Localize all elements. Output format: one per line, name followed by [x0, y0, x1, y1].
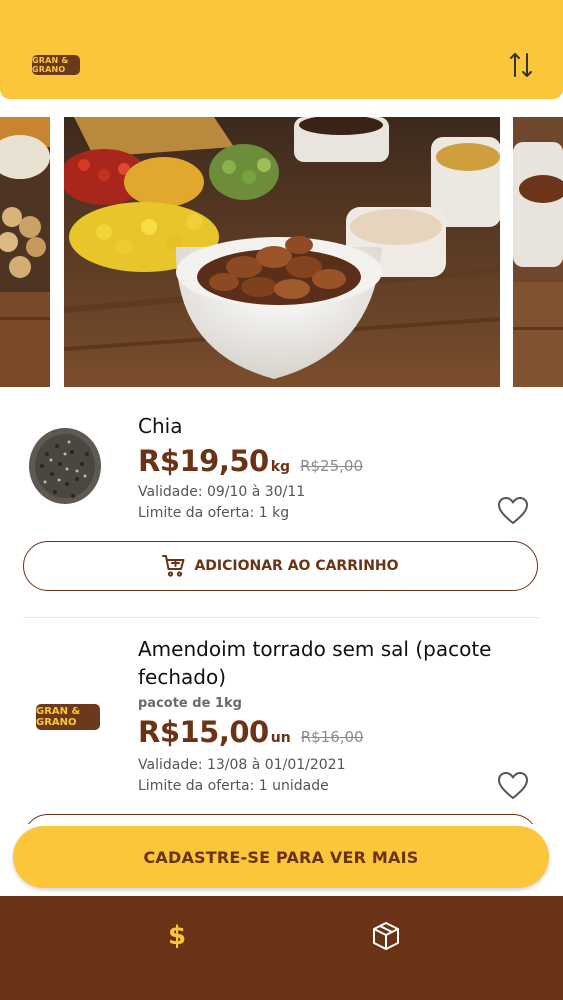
product-title: Amendoim torrado sem sal (pacote — [138, 637, 492, 661]
carousel-slide-main[interactable] — [64, 117, 500, 387]
register-button-label: CADASTRE-SE PARA VER MAIS — [143, 847, 419, 867]
price-unit: kg — [270, 459, 291, 475]
current-price: R$15,00 — [138, 715, 269, 749]
cart-icon — [162, 555, 185, 577]
dollar-icon: $ — [167, 921, 187, 951]
carousel-slide-next[interactable] — [513, 117, 563, 387]
favorite-heart-icon[interactable] — [497, 496, 529, 526]
product-image-brand-logo[interactable]: GRAN & GRANO — [36, 704, 100, 730]
divider — [23, 617, 540, 618]
banner-carousel[interactable] — [0, 117, 563, 387]
offer-limit: Limite da oferta: 1 unidade — [138, 778, 329, 794]
product-image-chia[interactable] — [27, 424, 103, 506]
app-header: GRAN & GRANO — [0, 0, 563, 99]
old-price: R$25,00 — [300, 457, 364, 475]
current-price: R$19,50 — [138, 444, 269, 478]
favorite-heart-icon[interactable] — [497, 771, 529, 801]
nav-products[interactable] — [361, 916, 411, 956]
offer-validity: Validade: 09/10 à 30/11 — [138, 484, 306, 500]
offer-limit: Limite da oferta: 1 kg — [138, 505, 290, 521]
bottom-navigation: $ — [0, 896, 563, 1000]
product-title-line2: fechado) — [138, 665, 227, 689]
register-button[interactable]: CADASTRE-SE PARA VER MAIS — [13, 826, 549, 888]
nav-offers[interactable]: $ — [152, 916, 202, 956]
carousel-slide-prev[interactable] — [0, 117, 50, 387]
package-description: pacote de 1kg — [138, 696, 242, 711]
add-to-cart-label: ADICIONAR AO CARRINHO — [194, 558, 399, 574]
brand-logo: GRAN & GRANO — [32, 55, 80, 75]
add-to-cart-button[interactable]: ADICIONAR AO CARRINHO — [23, 541, 538, 591]
sort-arrows-icon[interactable] — [508, 51, 534, 79]
product-title: Chia — [138, 414, 183, 438]
register-bar: CADASTRE-SE PARA VER MAIS — [0, 824, 563, 896]
price-unit: un — [270, 730, 291, 746]
old-price: R$16,00 — [300, 728, 364, 746]
offer-validity: Validade: 13/08 à 01/01/2021 — [138, 757, 346, 773]
price-line: R$19,50 kg R$25,00 — [138, 444, 363, 478]
price-line: R$15,00 un R$16,00 — [138, 715, 364, 749]
box-icon — [373, 922, 399, 950]
